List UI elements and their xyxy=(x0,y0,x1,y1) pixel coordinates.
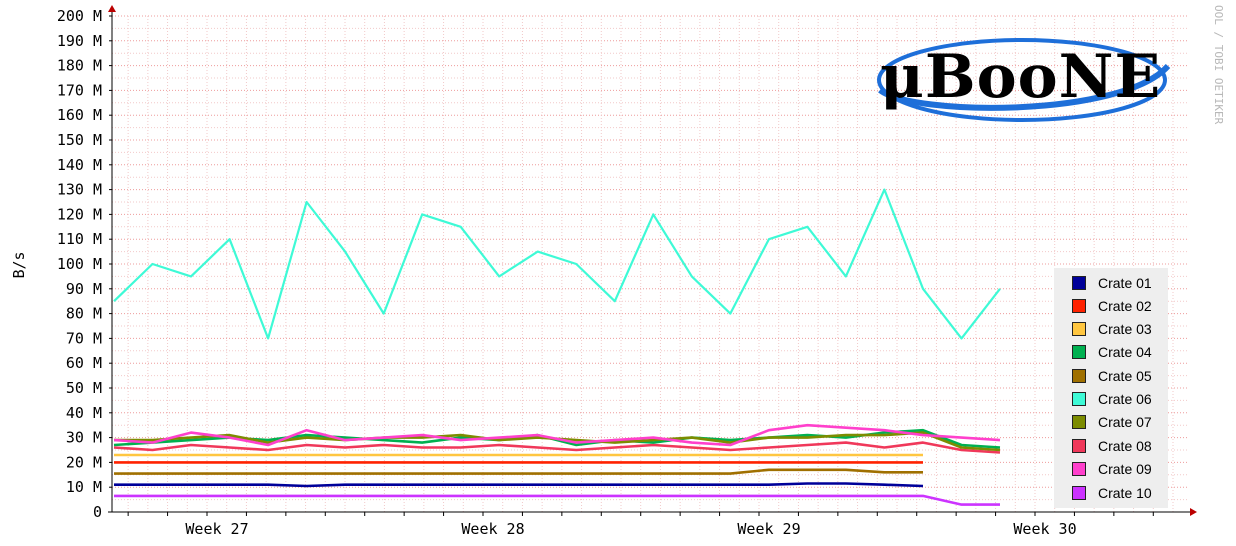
y-tick-label: 160 M xyxy=(57,106,102,124)
y-tick-label: 10 M xyxy=(66,478,102,496)
y-tick-label: 40 M xyxy=(66,404,102,422)
y-tick-label: 190 M xyxy=(57,32,102,50)
y-tick-label: 70 M xyxy=(66,329,102,347)
legend-swatch xyxy=(1072,415,1086,429)
legend-label: Crate 08 xyxy=(1098,438,1152,454)
y-tick-label: 20 M xyxy=(66,453,102,471)
legend-item: Crate 08 xyxy=(1072,437,1152,455)
y-tick-label: 150 M xyxy=(57,131,102,149)
y-tick-label: 110 M xyxy=(57,230,102,248)
y-axis-arrow xyxy=(108,5,116,12)
y-tick-label: 30 M xyxy=(66,429,102,447)
legend-swatch xyxy=(1072,486,1086,500)
x-tick-label: Week 30 xyxy=(1013,520,1076,538)
y-tick-label: 60 M xyxy=(66,354,102,372)
legend-swatch xyxy=(1072,369,1086,383)
legend-item: Crate 09 xyxy=(1072,460,1152,478)
legend-swatch xyxy=(1072,392,1086,406)
legend-swatch xyxy=(1072,276,1086,290)
legend-label: Crate 07 xyxy=(1098,414,1152,430)
series-line-crate-01 xyxy=(114,482,924,488)
y-tick-label: 100 M xyxy=(57,255,102,273)
x-tick-labels: Week 27 Week 28 Week 29 Week 30 xyxy=(185,520,1076,538)
legend-swatch xyxy=(1072,439,1086,453)
y-tick-label: 0 xyxy=(93,503,102,521)
x-axis-arrow xyxy=(1190,508,1197,516)
legend-item: Crate 03 xyxy=(1072,320,1152,338)
legend-item: Crate 02 xyxy=(1072,297,1152,315)
x-tick-label: Week 29 xyxy=(737,520,800,538)
side-credit-text: OOL / TOBI OETIKER xyxy=(1212,5,1225,125)
series-line-crate-05 xyxy=(114,468,923,475)
y-tick-label: 170 M xyxy=(57,81,102,99)
logo-text: μBooNE xyxy=(880,42,1162,112)
legend-label: Crate 06 xyxy=(1098,391,1152,407)
legend: Crate 01 Crate 02 Crate 03 Crate 04 Crat… xyxy=(1054,268,1168,508)
y-tick-label: 120 M xyxy=(57,205,102,223)
legend-item: Crate 01 xyxy=(1072,274,1152,292)
legend-item: Crate 07 xyxy=(1072,413,1152,431)
legend-item: Crate 04 xyxy=(1072,343,1152,361)
y-tick-label: 80 M xyxy=(66,305,102,323)
legend-label: Crate 03 xyxy=(1098,321,1152,337)
legend-label: Crate 01 xyxy=(1098,275,1152,291)
x-tick-label: Week 28 xyxy=(461,520,524,538)
legend-swatch xyxy=(1072,322,1086,336)
y-tick-label: 180 M xyxy=(57,57,102,75)
legend-label: Crate 05 xyxy=(1098,368,1152,384)
y-tick-label: 90 M xyxy=(66,280,102,298)
y-tick-label: 200 M xyxy=(57,7,102,25)
legend-label: Crate 10 xyxy=(1098,485,1152,501)
y-axis-title: B/s xyxy=(10,251,28,278)
legend-swatch xyxy=(1072,345,1086,359)
y-tick-label: 130 M xyxy=(57,181,102,199)
legend-label: Crate 02 xyxy=(1098,298,1152,314)
legend-item: Crate 10 xyxy=(1072,484,1152,502)
legend-swatch xyxy=(1072,462,1086,476)
x-tick-label: Week 27 xyxy=(185,520,248,538)
series-line-crate-10 xyxy=(114,494,1000,506)
y-tick-labels: 0 10 M 20 M 30 M 40 M 50 M 60 M 70 M 80 M 90 M 100… xyxy=(57,7,102,521)
legend-item: Crate 05 xyxy=(1072,367,1152,385)
y-tick-label: 50 M xyxy=(66,379,102,397)
y-tick-label: 140 M xyxy=(57,156,102,174)
legend-label: Crate 04 xyxy=(1098,344,1152,360)
uboone-logo: μBooNE xyxy=(872,26,1182,132)
legend-swatch xyxy=(1072,299,1086,313)
legend-item: Crate 06 xyxy=(1072,390,1152,408)
legend-label: Crate 09 xyxy=(1098,461,1152,477)
